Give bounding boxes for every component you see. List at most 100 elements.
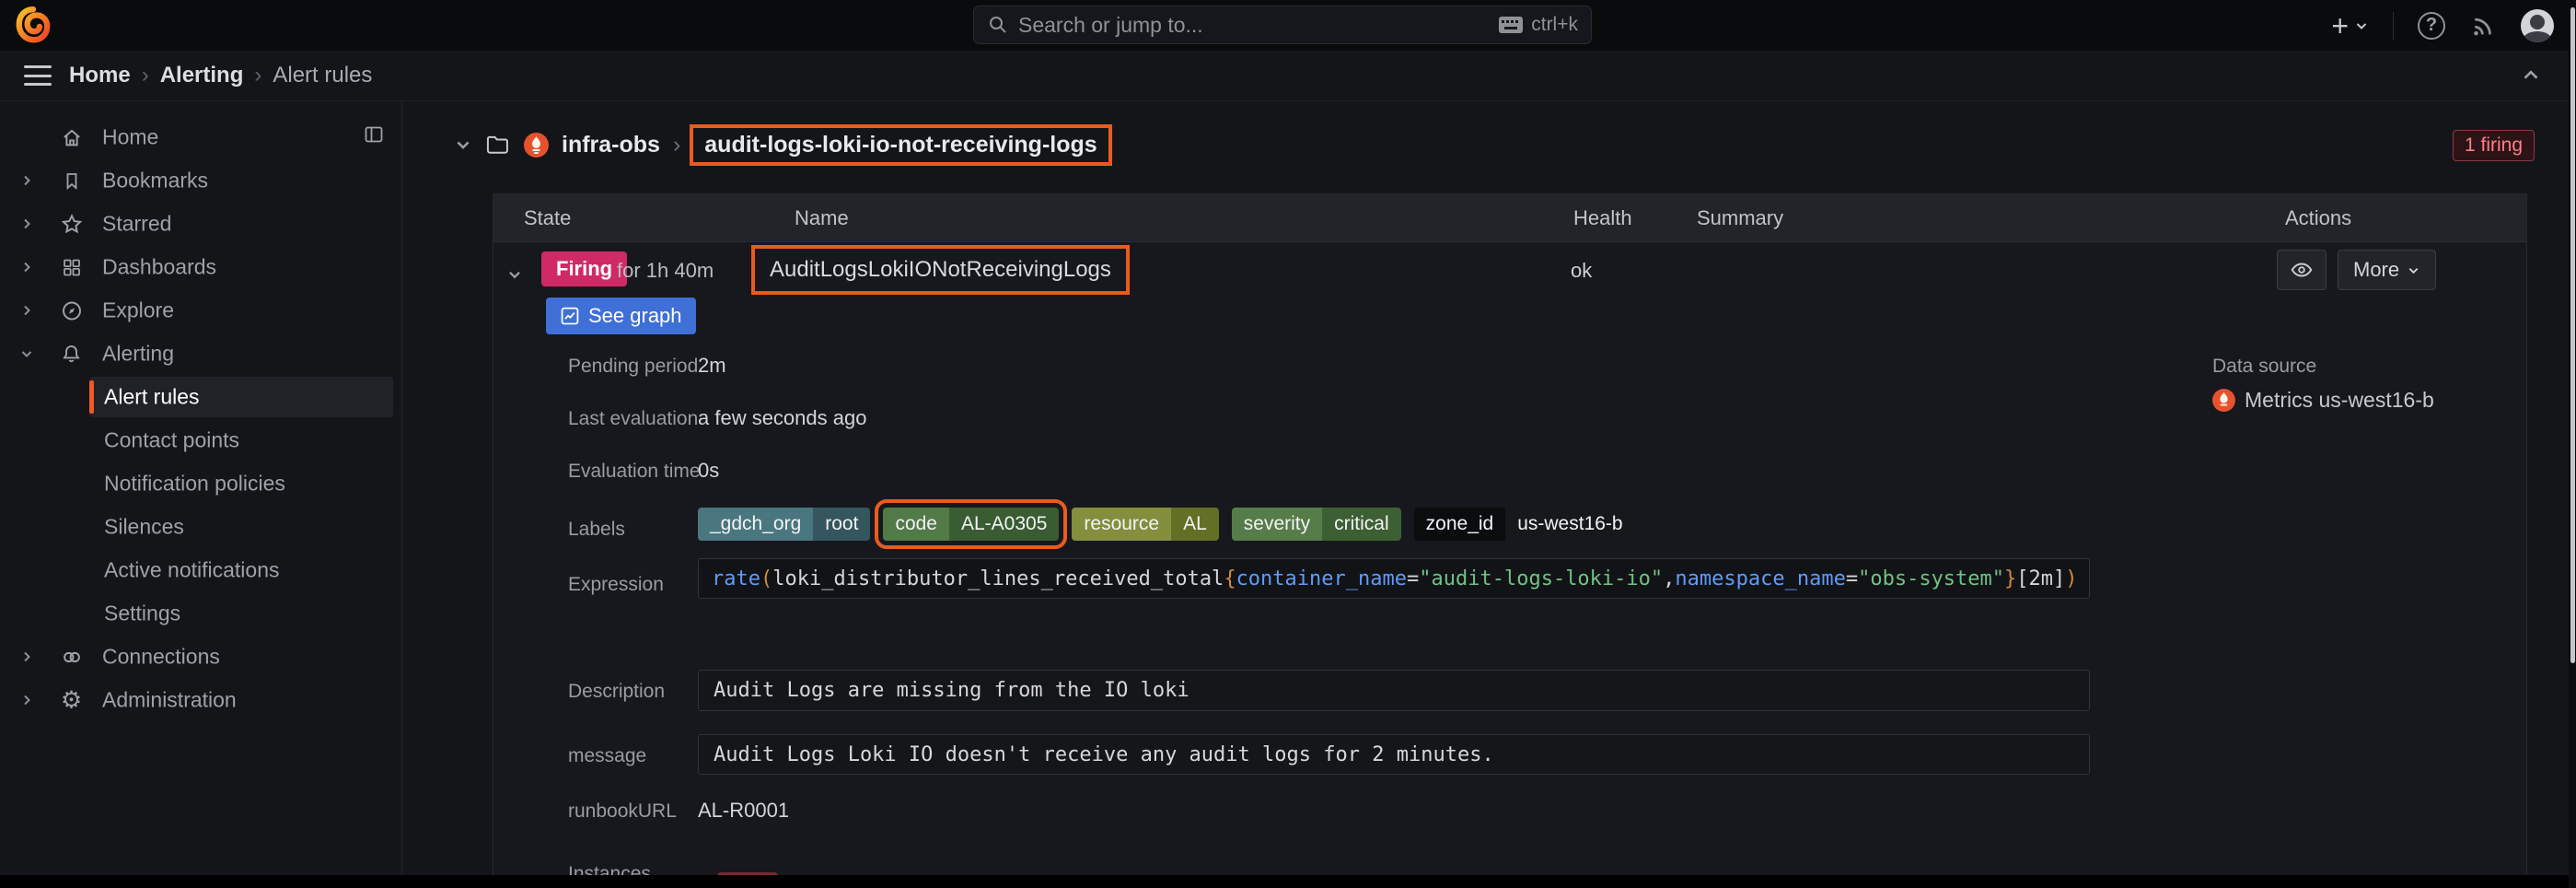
chevron-right-icon[interactable]	[19, 649, 34, 664]
plus-icon: +	[2331, 11, 2349, 41]
label-badge-gdch-org[interactable]: _gdch_orgroot	[698, 508, 870, 541]
rule-collapse-chevron-icon[interactable]	[506, 266, 523, 283]
last-evaluation-label: Last evaluation	[568, 408, 698, 430]
sidebar-item-dashboards[interactable]: Dashboards	[0, 247, 401, 287]
top-nav: ctrl+k + ?	[0, 0, 2576, 51]
chevron-right-icon[interactable]	[19, 173, 34, 188]
sidebar-nav: Home Bookmarks Starred Dashboards	[0, 101, 402, 888]
col-summary: Summary	[1697, 206, 1783, 230]
dashboards-grid-icon	[59, 255, 84, 280]
sidebar-item-starred[interactable]: Starred	[0, 204, 401, 244]
add-new-button[interactable]: +	[2331, 11, 2369, 41]
prometheus-icon	[524, 133, 549, 158]
breadcrumb-alerting[interactable]: Alerting	[160, 63, 244, 88]
message-box: Audit Logs Loki IO doesn't receive any a…	[698, 734, 2090, 775]
sidebar-item-contact-points[interactable]: Contact points	[89, 420, 393, 461]
chevron-right-icon[interactable]	[19, 303, 34, 318]
pending-period-value: 2m	[698, 354, 726, 378]
grafana-logo-icon[interactable]	[15, 6, 52, 43]
news-icon[interactable]	[2469, 12, 2497, 40]
sidebar-item-explore[interactable]: Explore	[0, 290, 401, 331]
home-icon	[59, 125, 84, 150]
collapse-up-icon[interactable]	[2519, 64, 2543, 88]
prometheus-icon	[2212, 389, 2235, 412]
menu-toggle-icon[interactable]	[24, 65, 52, 86]
sidebar-item-silences[interactable]: Silences	[89, 507, 393, 547]
sidebar-item-settings[interactable]: Settings	[89, 593, 393, 634]
expression-label: Expression	[568, 574, 664, 596]
label-badge-resource[interactable]: resourceAL	[1072, 508, 1218, 541]
rules-table-header: State Name Health Summary Actions	[493, 194, 2526, 242]
chevron-right-icon[interactable]	[19, 693, 34, 707]
sidebar-item-connections[interactable]: Connections	[0, 637, 401, 677]
data-source-value[interactable]: Metrics us-west16-b	[2212, 388, 2434, 413]
main-content: infra-obs › audit-logs-loki-io-not-recei…	[403, 101, 2576, 888]
firing-count-badge: 1 firing	[2453, 130, 2535, 161]
keyboard-icon	[1498, 16, 1524, 34]
sidebar-item-administration[interactable]: ⚙ Administration	[0, 680, 401, 720]
group-collapse-chevron-icon[interactable]	[454, 135, 472, 154]
folder-icon	[485, 134, 511, 156]
nav-divider	[2393, 12, 2394, 40]
label-badge-zone-id[interactable]: zone_idus-west16-b	[1414, 508, 1635, 541]
breadcrumb-home[interactable]: Home	[69, 63, 131, 88]
breadcrumb-separator: ›	[254, 63, 261, 88]
sidebar-item-notification-policies[interactable]: Notification policies	[89, 463, 393, 504]
user-avatar[interactable]	[2521, 9, 2554, 42]
rule-state-badge: Firing	[541, 251, 627, 286]
sidebar-item-alerting[interactable]: Alerting	[0, 333, 401, 374]
bell-icon	[59, 342, 84, 367]
rule-firing-duration: for 1h 40m	[617, 259, 714, 283]
labels-row: _gdch_orgroot codeAL-A0305 resourceAL se…	[698, 508, 1635, 541]
scrollbar-track[interactable]	[2569, 0, 2576, 888]
search-input[interactable]	[1018, 13, 1489, 38]
data-source-label: Data source	[2212, 356, 2316, 378]
rule-name-annotated[interactable]: AuditLogsLokiIONotReceivingLogs	[755, 249, 1126, 291]
description-label: Description	[568, 681, 665, 703]
rule-health: ok	[1571, 259, 1592, 283]
col-actions: Actions	[2285, 206, 2351, 230]
global-search[interactable]: ctrl+k	[973, 6, 1592, 44]
label-badge-code-annotated[interactable]: codeAL-A0305	[883, 508, 1059, 541]
bookmark-icon	[59, 169, 84, 193]
sidebar-item-bookmarks[interactable]: Bookmarks	[0, 160, 401, 201]
search-shortcut: ctrl+k	[1498, 14, 1578, 36]
rule-group-header: infra-obs › audit-logs-loki-io-not-recei…	[454, 122, 1108, 168]
expression-value: rate(loki_distributor_lines_received_tot…	[698, 558, 2090, 599]
last-evaluation-value: a few seconds ago	[698, 406, 866, 430]
grafana-alert-rules-screen: ctrl+k + ? Home › Alerting › Aler	[0, 0, 2576, 888]
group-name-annotated[interactable]: audit-logs-loki-io-not-receiving-logs	[693, 128, 1108, 162]
evaluation-time-value: 0s	[698, 459, 719, 483]
label-badge-severity[interactable]: severitycritical	[1232, 508, 1401, 541]
chevron-down-icon[interactable]	[19, 346, 34, 361]
see-graph-button[interactable]: See graph	[546, 298, 696, 334]
sidebar-item-home[interactable]: Home	[0, 117, 401, 158]
chevron-right-icon[interactable]	[19, 260, 34, 275]
sidebar-item-active-notifications[interactable]: Active notifications	[89, 550, 393, 590]
pending-period-label: Pending period	[568, 356, 698, 378]
evaluation-time-label: Evaluation time	[568, 461, 701, 483]
col-state: State	[524, 206, 571, 230]
breadcrumb-alert-rules: Alert rules	[273, 63, 372, 88]
scrollbar-thumb[interactable]	[2570, 7, 2575, 663]
message-label: message	[568, 745, 646, 767]
runbook-url-label: runbookURL	[568, 800, 677, 823]
gear-icon: ⚙	[59, 688, 84, 713]
col-health: Health	[1573, 206, 1632, 230]
view-rule-button[interactable]	[2277, 250, 2327, 290]
top-nav-right: + ?	[2331, 0, 2554, 51]
more-actions-button[interactable]: More	[2338, 250, 2436, 290]
chevron-down-icon	[2354, 18, 2369, 33]
breadcrumb-separator: ›	[142, 63, 149, 88]
help-icon[interactable]: ?	[2418, 12, 2445, 40]
sidebar-item-alert-rules[interactable]: Alert rules	[89, 377, 393, 417]
chevron-right-icon[interactable]	[19, 216, 34, 231]
folder-name[interactable]: infra-obs	[562, 132, 660, 158]
connections-link-icon	[59, 645, 84, 670]
star-icon	[59, 212, 84, 237]
search-icon	[987, 14, 1009, 36]
chevron-down-icon	[2407, 263, 2420, 277]
eye-icon	[2290, 258, 2314, 282]
alert-rule-card: State Name Health Summary Actions Firing…	[493, 193, 2527, 888]
description-box: Audit Logs are missing from the IO loki	[698, 670, 2090, 711]
